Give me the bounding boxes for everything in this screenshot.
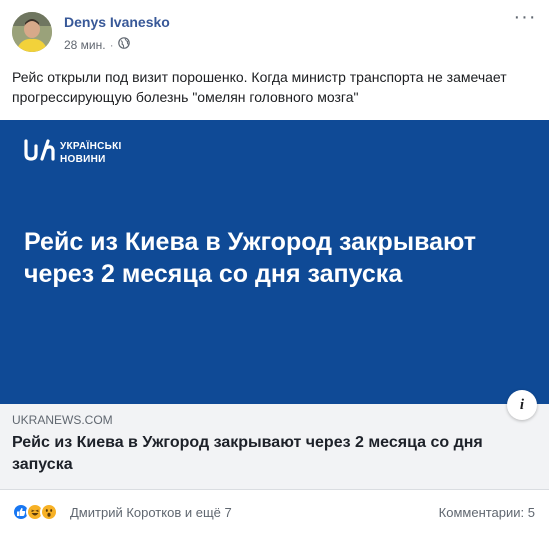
link-domain: UKRANEWS.COM [12,413,113,427]
post-text: Рейс открыли под визит порошенко. Когда … [12,69,507,105]
post-options-button[interactable]: ··· [513,7,537,30]
post-header: Denys Ivanesko 28 мин. · ··· [0,0,549,62]
comments-count[interactable]: Комментарии: 5 [439,505,535,520]
link-title[interactable]: Рейс из Киева в Ужгород закрывают через … [12,432,537,476]
public-globe-icon [117,37,130,52]
ukranews-logo-text: УКРАЇНСЬКІ НОВИНИ [60,140,122,166]
logo-line-1: УКРАЇНСЬКІ [60,141,122,152]
post-meta: 28 мин. · [64,37,130,52]
author-name[interactable]: Denys Ivanesko [64,14,170,30]
logo-line-2: НОВИНИ [60,154,106,165]
avatar[interactable] [12,12,52,52]
post-time[interactable]: 28 мин. [64,38,106,52]
reaction-names[interactable]: Дмитрий Коротков и ещё 7 [70,505,232,520]
info-button[interactable]: i [507,390,537,420]
wow-icon [40,503,58,521]
ukranews-logo-icon [22,138,56,167]
avatar-photo [12,12,52,52]
reaction-icons[interactable] [12,503,58,521]
meta-separator: · [109,37,114,52]
banner-headline: Рейс из Киева в Ужгород закрывают через … [24,228,477,288]
